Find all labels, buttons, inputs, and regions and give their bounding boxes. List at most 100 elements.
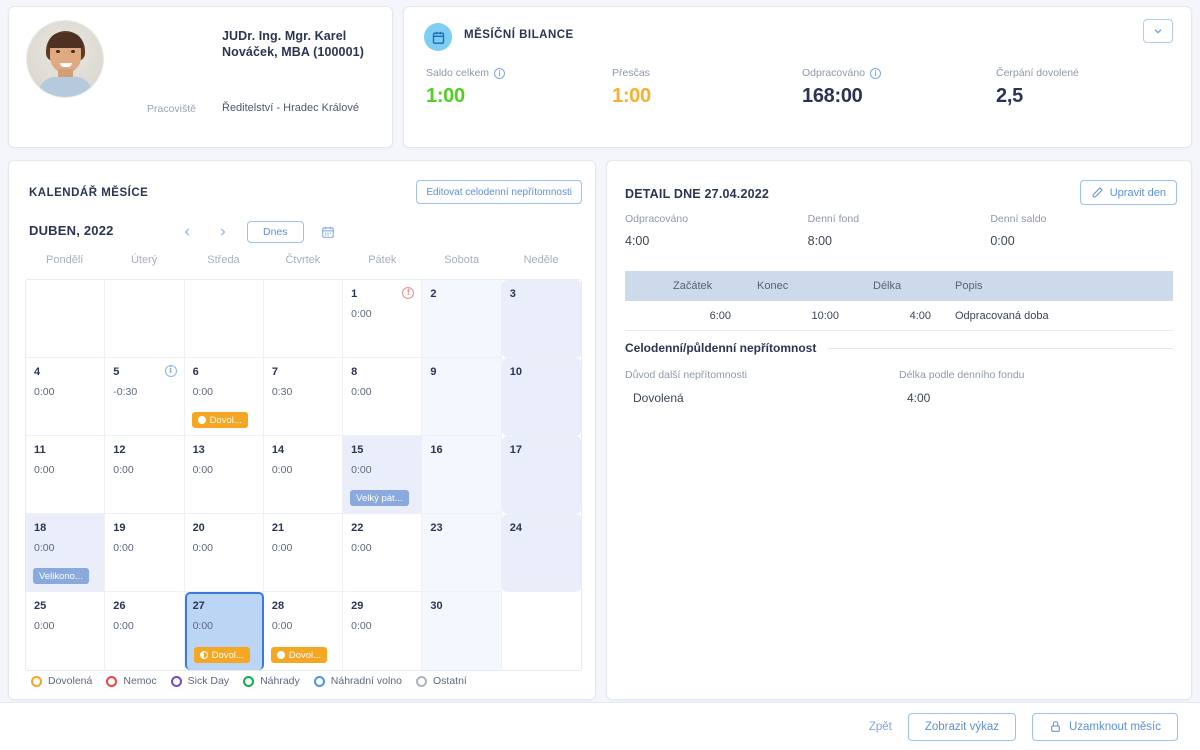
calendar-day-cell[interactable]: 2: [422, 280, 502, 358]
day-number: 17: [509, 444, 522, 456]
stat-value: 0:00: [990, 234, 1015, 248]
absence-reason-label: Důvod další nepřítomnosti: [625, 369, 747, 381]
calendar-day-cell[interactable]: 21 0:00: [263, 514, 344, 592]
calendar-day-cell[interactable]: 27 0:00 Dovol...: [184, 592, 264, 670]
day-number: 3: [509, 288, 516, 300]
calendar-day-cell[interactable]: 20 0:00: [184, 514, 264, 592]
calendar-day-cell[interactable]: 8 0:00: [343, 358, 423, 436]
badge-label: Dovol...: [209, 414, 242, 426]
day-number: 29: [351, 600, 364, 612]
day-number: 27: [192, 600, 205, 612]
absence-length: Délka podle denního fondu 4:00: [899, 369, 1173, 405]
calendar-day-cell[interactable]: 16: [422, 436, 502, 514]
day-number: 20: [192, 522, 205, 534]
metric-value: 2,5: [996, 85, 1023, 107]
detail-title: DETAIL DNE 27.04.2022: [625, 187, 770, 201]
calendar-day-cell[interactable]: 23: [422, 514, 502, 592]
calendar-day-cell[interactable]: 7 0:30: [263, 358, 344, 436]
calendar-day-cell[interactable]: 1 0:00!: [343, 280, 423, 358]
full-day-icon: [197, 416, 206, 424]
table-row[interactable]: 6:00 10:00 4:00 Odpracovaná doba: [625, 301, 1173, 331]
calendar-day-cell[interactable]: 19 0:00: [105, 514, 185, 592]
metric-label: Přesčas: [612, 67, 650, 79]
avatar: [27, 21, 103, 97]
calendar-day-cell[interactable]: 12 0:00: [105, 436, 185, 514]
edit-day-button[interactable]: Upravit den: [1079, 180, 1177, 205]
metric-prescas: Přesčas 1:00: [612, 67, 802, 108]
info-icon[interactable]: i: [870, 67, 882, 79]
back-link[interactable]: Zpět: [869, 721, 892, 733]
calendar-day-cell[interactable]: 25 0:00: [26, 592, 106, 670]
absence-section-title: Celodenní/půldenní nepřítomnost: [625, 341, 817, 355]
info-icon[interactable]: i: [494, 67, 506, 79]
calendar-day-cell[interactable]: 14 0:00: [263, 436, 344, 514]
calendar-day-cell[interactable]: 17: [501, 436, 581, 514]
calendar-day-cell[interactable]: 13 0:00: [184, 436, 264, 514]
calendar-day-cell[interactable]: 28 0:00 Dovol...: [264, 592, 344, 670]
calendar-day-cell[interactable]: 15 0:00 Velký pát...: [343, 436, 423, 514]
legend-label: Dovolená: [48, 675, 93, 687]
day-number: 21: [271, 522, 285, 534]
stat-denni-saldo: Denní saldo 0:00: [990, 213, 1173, 248]
metric-saldo-celkem: Saldo celkem i 1:00: [426, 67, 612, 108]
calendar-day-cell[interactable]: 5 -0:30 i: [105, 358, 185, 436]
column-header-desc: Popis: [955, 280, 983, 292]
calendar-day-cell[interactable]: 4 0:00: [26, 358, 106, 436]
calendar-day-cell[interactable]: 18 0:00 Velikono...: [26, 514, 106, 592]
full-day-icon: [276, 651, 285, 659]
calendar-day-cell[interactable]: 10: [501, 358, 581, 436]
day-number: 9: [430, 366, 437, 378]
calendar-day-cell[interactable]: 6 0:00 Dovol...: [184, 358, 264, 436]
calendar-day-cell[interactable]: 29 0:00: [343, 592, 423, 670]
legend-dot-icon: [31, 675, 42, 687]
show-report-button[interactable]: Zobrazit výkaz: [907, 712, 1016, 741]
day-hours: 0:00: [34, 542, 55, 554]
calendar-grid: 1 0:00! 2 3 4 0:00 5 -0:30 i 6 0:00 Dovol... 7 0:30 8 0…: [25, 279, 582, 671]
metric-label: Čerpání dovolené: [996, 67, 1079, 79]
monthly-balance-card: MĚSÍČNÍ BILANCE Saldo celkem i 1:00 Přes…: [403, 6, 1192, 148]
day-number: 22: [351, 522, 364, 534]
day-absence-badge[interactable]: Velikono...: [33, 568, 89, 584]
chevron-left-icon[interactable]: ‹: [169, 219, 205, 245]
today-button[interactable]: Dnes: [247, 221, 304, 243]
legend-label: Sick Day: [187, 675, 230, 687]
day-hours: 0:00: [113, 620, 134, 632]
info-icon[interactable]: i: [164, 365, 177, 377]
calendar-day-cell[interactable]: 22 0:00: [343, 514, 423, 592]
day-hours: 0:00: [351, 620, 372, 632]
divider: [828, 347, 1173, 349]
calendar-day-cell[interactable]: 24: [501, 514, 581, 592]
legend-dot-icon: [243, 675, 255, 687]
day-number: 25: [34, 600, 47, 612]
day-absence-badge[interactable]: Dovol...: [270, 647, 328, 663]
edit-absences-button[interactable]: Editovat celodenní nepřítomnosti: [416, 180, 582, 204]
footer-action-bar: Zpět Zobrazit výkaz Uzamknout měsíc: [0, 702, 1200, 750]
legend-dot-icon: [170, 675, 182, 687]
metric-label: Odpracováno: [802, 67, 866, 79]
day-detail-card: DETAIL DNE 27.04.2022 Upravit den Odprac…: [606, 160, 1192, 700]
metric-label: Saldo celkem: [426, 67, 490, 79]
badge-label: Velikono...: [39, 570, 83, 582]
lock-month-button[interactable]: Uzamknout měsíc: [1031, 712, 1178, 741]
cell-end: 10:00: [811, 309, 839, 322]
legend-dot-icon: [416, 675, 427, 687]
day-absence-badge[interactable]: Velký pát...: [350, 490, 409, 506]
calendar-cell-empty: [263, 280, 344, 358]
calendar-day-cell[interactable]: 9: [422, 358, 502, 436]
calendar-day-cell[interactable]: 26 0:00: [105, 592, 185, 670]
day-absence-badge[interactable]: Dovol...: [193, 647, 250, 663]
chevron-right-icon[interactable]: ›: [205, 219, 241, 245]
day-number: 8: [351, 366, 358, 378]
day-number: 28: [271, 600, 285, 612]
calendar-cell-empty: [184, 280, 264, 358]
calendar-day-cell[interactable]: 30: [422, 592, 502, 670]
absence-reason: Důvod další nepřítomnosti Dovolená: [625, 369, 899, 405]
calendar-day-cell[interactable]: 3: [501, 280, 581, 358]
legend-item: Náhradní volno: [313, 675, 402, 687]
cell-start: 6:00: [709, 309, 731, 322]
calendar-icon[interactable]: [321, 225, 335, 239]
calendar-day-cell[interactable]: 11 0:00: [26, 436, 106, 514]
balance-collapse-toggle[interactable]: [1143, 19, 1173, 43]
lock-icon: [1051, 721, 1060, 732]
day-absence-badge[interactable]: Dovol...: [191, 412, 248, 428]
